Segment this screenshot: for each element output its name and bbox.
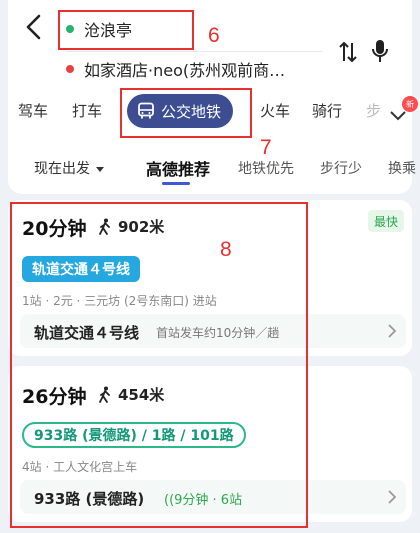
chevron-right-icon [388, 490, 396, 504]
sort-subway-first[interactable]: 地铁优先 [238, 158, 294, 178]
depart-time-label: 现在出发 [34, 161, 90, 177]
sort-options-row: 现在出发 高德推荐 地铁优先 步行少 换乘 [0, 150, 420, 184]
fastest-badge: 最快 [368, 210, 404, 232]
tab-drive[interactable]: 驾车 [18, 100, 48, 121]
sort-active-indicator [162, 182, 190, 185]
annotation-box-6 [58, 10, 194, 50]
sort-less-transfer[interactable]: 换乘 [388, 158, 416, 178]
annotation-label-6: 6 [208, 24, 220, 47]
annotation-label-8: 8 [220, 238, 232, 261]
sort-recommended[interactable]: 高德推荐 [146, 156, 210, 180]
annotation-box-7 [120, 88, 252, 138]
tab-taxi[interactable]: 打车 [72, 100, 102, 121]
tab-train[interactable]: 火车 [260, 100, 290, 121]
destination-text: 如家酒店·neo(苏州观前商… [84, 61, 286, 80]
depart-time-dropdown[interactable]: 现在出发 [34, 158, 104, 178]
caret-down-icon [96, 166, 104, 172]
tab-walk[interactable]: 步 [366, 100, 381, 121]
destination-dot-icon [66, 65, 74, 73]
new-badge: 新 [402, 96, 418, 112]
swap-icon[interactable] [338, 40, 358, 64]
back-arrow-icon[interactable] [22, 12, 46, 42]
chevron-right-icon [388, 324, 396, 338]
field-divider [66, 51, 322, 52]
more-modes-button[interactable]: 新 [388, 96, 418, 128]
sort-less-walking[interactable]: 步行少 [320, 158, 362, 178]
tab-bike[interactable]: 骑行 [312, 100, 342, 121]
microphone-icon[interactable] [370, 38, 390, 64]
destination-field[interactable]: 如家酒店·neo(苏州观前商… [66, 56, 322, 82]
annotation-box-8 [10, 202, 308, 528]
